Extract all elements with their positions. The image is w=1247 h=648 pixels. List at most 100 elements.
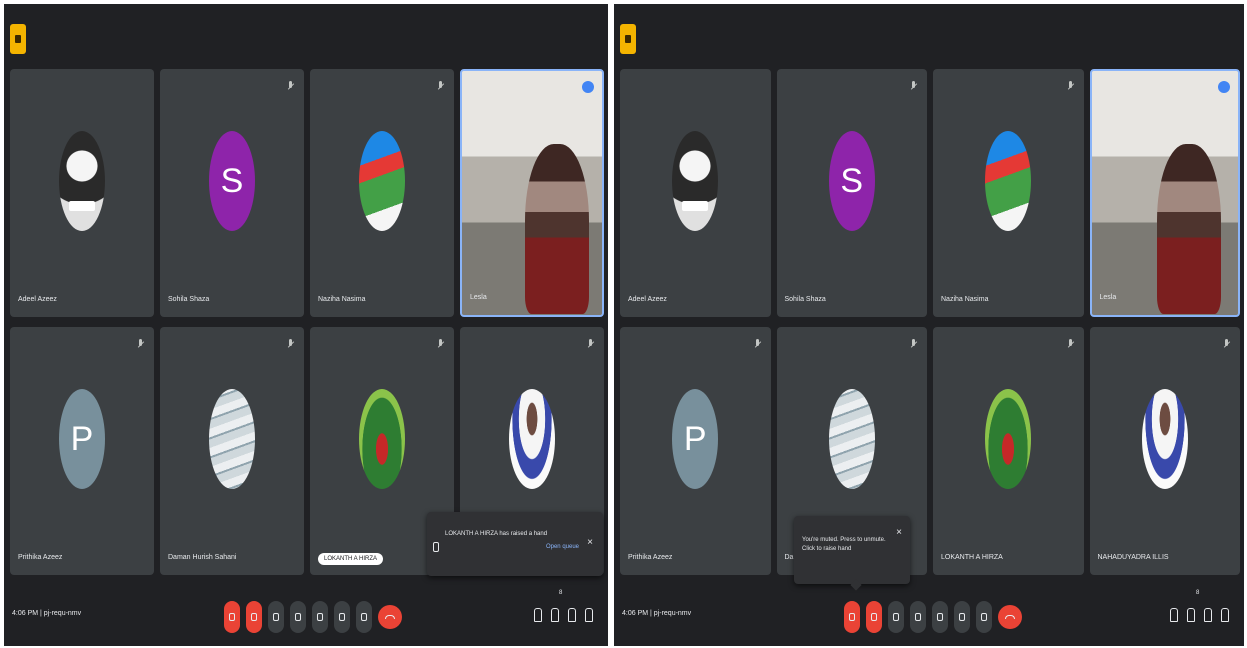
participant-name: Adeel Azeez [18, 296, 57, 303]
participant-name-chip: LOKANTH A HIRZA [318, 553, 384, 565]
mic-toggle-button[interactable] [224, 601, 240, 633]
info-button[interactable] [1168, 606, 1178, 622]
meeting-code: | pj-requ-nmv [650, 610, 692, 617]
participant-tile[interactable]: Adeel Azeez [620, 69, 771, 317]
meeting-time-and-code: 4:06 PM | pj-requ-nmv [622, 610, 691, 617]
mic-toggle-button[interactable] [844, 601, 860, 633]
participant-tile[interactable]: NAHADUYADRA ILLIS [1089, 327, 1240, 575]
mic-off-icon [849, 613, 855, 621]
avatar: S [828, 131, 875, 231]
participant-tile[interactable]: S Sohila Shaza [776, 69, 927, 317]
participant-tile[interactable]: P Prithika Azeez [620, 327, 771, 575]
call-controls [844, 601, 1022, 633]
participant-name: Naziha Nasima [941, 296, 989, 303]
camera-off-icon [871, 613, 877, 621]
close-icon[interactable]: × [894, 528, 904, 538]
camera-toggle-button[interactable] [866, 601, 882, 633]
chat-button[interactable] [1202, 606, 1212, 622]
camera-toggle-button[interactable] [246, 601, 262, 633]
reactions-button[interactable] [290, 601, 306, 633]
open-queue-link[interactable]: Open queue [546, 544, 579, 550]
hand-raised-notification: LOKANTH A HIRZA has raised a hand Open q… [427, 512, 603, 576]
leave-call-button[interactable] [998, 605, 1022, 629]
video-person [1157, 144, 1222, 315]
speaking-indicator-icon [1218, 81, 1230, 93]
mic-off-icon [229, 613, 235, 621]
raise-hand-button[interactable] [954, 601, 970, 633]
hand-icon [339, 613, 345, 621]
mic-off-icon [438, 339, 444, 350]
captions-button[interactable] [268, 601, 284, 633]
more-options-button[interactable] [356, 601, 372, 633]
mic-off-icon [138, 339, 144, 350]
meeting-code: | pj-requ-nmv [40, 610, 82, 617]
participant-tile[interactable]: P Prithika Azeez [10, 327, 154, 575]
avatar [985, 389, 1032, 489]
participant-name: Prithika Azeez [18, 554, 63, 561]
participant-name: LOKANTH A HIRZA [941, 554, 1003, 561]
mic-off-icon [288, 339, 294, 350]
participant-name: Da [784, 554, 794, 561]
emoji-icon [915, 613, 921, 621]
bottom-control-bar: 4:06 PM | pj-requ-nmv 8 [614, 584, 1244, 646]
activities-button[interactable] [583, 606, 593, 622]
avatar [59, 131, 105, 231]
participant-grid: Adeel Azeez S Sohila Shaza Naziha Nasima… [620, 69, 1240, 575]
present-button[interactable] [312, 601, 328, 633]
mic-off-icon [755, 339, 761, 350]
participant-name: NAHADUYADRA ILLIS [1097, 554, 1169, 561]
raise-hand-button[interactable] [334, 601, 350, 633]
avatar [359, 131, 405, 231]
mic-off-icon [588, 339, 594, 350]
avatar: S [209, 131, 255, 231]
people-button[interactable] [549, 606, 559, 622]
side-panel-controls [532, 606, 593, 622]
present-button[interactable] [932, 601, 948, 633]
reactions-button[interactable] [910, 601, 926, 633]
participant-name: Sohila Shaza [784, 296, 826, 303]
more-options-button[interactable] [976, 601, 992, 633]
phone-hangup-icon [385, 615, 395, 619]
avatar [1141, 389, 1188, 489]
participant-tile[interactable]: Naziha Nasima [933, 69, 1084, 317]
more-vert-icon [981, 613, 987, 621]
participant-tile-video[interactable]: Lesla [1089, 69, 1240, 317]
avatar [828, 389, 875, 489]
meeting-window-2: Adeel Azeez S Sohila Shaza Naziha Nasima… [614, 4, 1244, 646]
leave-call-button[interactable] [378, 605, 402, 629]
info-button[interactable] [532, 606, 542, 622]
avatar: P [59, 389, 105, 489]
participant-tile[interactable]: Daman Hurish Sahani [160, 327, 304, 575]
tooltip-text: You're muted. Press to unmute. Click to … [802, 537, 886, 552]
avatar: P [672, 389, 719, 489]
chat-button[interactable] [566, 606, 576, 622]
clock-time: 4:06 PM [12, 610, 39, 617]
mic-off-icon [911, 81, 917, 92]
participant-tile[interactable]: S Sohila Shaza [160, 69, 304, 317]
captions-button[interactable] [888, 601, 904, 633]
hand-icon [959, 613, 965, 621]
close-icon[interactable]: × [585, 538, 595, 548]
meeting-time-and-code: 4:06 PM | pj-requ-nmv [12, 610, 81, 617]
participant-tile[interactable]: Adeel Azeez [10, 69, 154, 317]
captions-icon [893, 613, 899, 621]
clock-time: 4:06 PM [622, 610, 649, 617]
hand-icon [433, 542, 439, 552]
more-vert-icon [361, 613, 367, 621]
phone-hangup-icon [1005, 615, 1015, 619]
emoji-icon [295, 613, 301, 621]
meeting-window-1: Adeel Azeez S Sohila Shaza Naziha Nasima… [4, 4, 608, 646]
mic-off-icon [288, 81, 294, 92]
people-button[interactable] [1185, 606, 1195, 622]
participant-name: Adeel Azeez [628, 296, 667, 303]
participant-name: Daman Hurish Sahani [168, 554, 237, 561]
participant-tile-video[interactable]: Lesla [460, 69, 604, 317]
activities-button[interactable] [1219, 606, 1229, 622]
participant-name: Lesla [470, 294, 487, 301]
mic-off-icon [438, 81, 444, 92]
video-person [525, 144, 589, 315]
participant-tile[interactable]: LOKANTH A HIRZA [933, 327, 1084, 575]
participant-tile[interactable]: Naziha Nasima [310, 69, 454, 317]
present-icon [317, 613, 323, 621]
avatar [509, 389, 555, 489]
